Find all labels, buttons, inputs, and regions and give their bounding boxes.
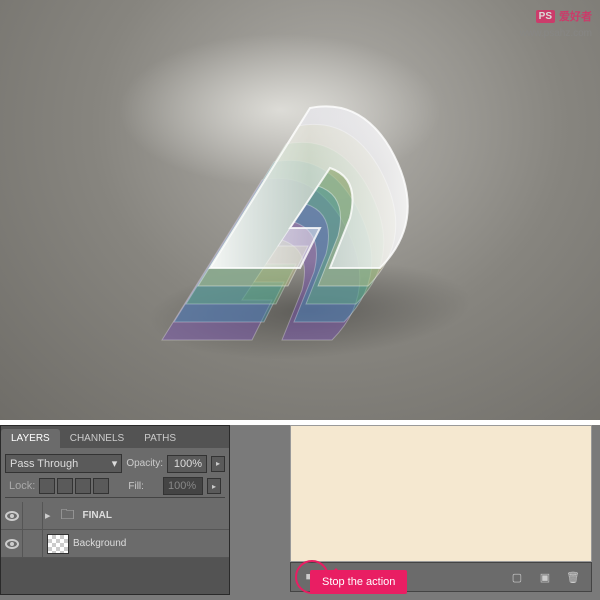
opacity-flyout-icon[interactable]: ▸ bbox=[211, 456, 225, 472]
tab-channels[interactable]: CHANNELS bbox=[60, 429, 134, 448]
expand-arrow-icon[interactable]: ▸ bbox=[45, 509, 51, 522]
layer-name: Background bbox=[73, 538, 126, 549]
blend-mode-value: Pass Through bbox=[10, 458, 78, 470]
visibility-toggle[interactable] bbox=[1, 502, 23, 530]
glass-letter-artwork bbox=[120, 60, 480, 380]
link-column bbox=[23, 530, 43, 558]
tab-paths[interactable]: PATHS bbox=[134, 429, 186, 448]
chevron-down-icon: ▾ bbox=[112, 457, 118, 470]
fill-label: Fill: bbox=[128, 481, 144, 492]
opacity-input[interactable]: 100% bbox=[167, 455, 207, 473]
folder-icon: 🗀 bbox=[57, 506, 79, 526]
preview-image: PS 爱好者 www.psahz.com bbox=[0, 0, 600, 420]
new-set-button[interactable]: ▢ bbox=[509, 569, 525, 585]
watermark: PS 爱好者 bbox=[536, 8, 592, 24]
layer-row-final[interactable]: ▸ 🗀 FINAL bbox=[1, 502, 229, 530]
opacity-label: Opacity: bbox=[126, 458, 163, 469]
trash-button[interactable]: 🗑 bbox=[565, 569, 581, 585]
layer-list: ▸ 🗀 FINAL Background bbox=[1, 502, 229, 558]
lock-icons bbox=[39, 478, 109, 494]
eye-icon bbox=[5, 511, 19, 521]
fill-input: 100% bbox=[163, 477, 203, 495]
layer-row-background[interactable]: Background bbox=[1, 530, 229, 558]
lock-all-icon[interactable] bbox=[93, 478, 109, 494]
panel-tabs: LAYERS CHANNELS PATHS bbox=[1, 426, 229, 448]
lock-position-icon[interactable] bbox=[75, 478, 91, 494]
lock-transparency-icon[interactable] bbox=[39, 478, 55, 494]
watermark-url: www.psahz.com bbox=[520, 28, 592, 39]
layers-panel: LAYERS CHANNELS PATHS Pass Through ▾ Opa… bbox=[0, 425, 230, 595]
lock-pixels-icon[interactable] bbox=[57, 478, 73, 494]
panels-row: LAYERS CHANNELS PATHS Pass Through ▾ Opa… bbox=[0, 425, 600, 600]
new-action-button[interactable]: ▣ bbox=[537, 569, 553, 585]
actions-area: ■ ● ▶ ▢ ▣ 🗑 bbox=[230, 425, 600, 600]
tab-layers[interactable]: LAYERS bbox=[1, 429, 60, 448]
callout-label: Stop the action bbox=[310, 570, 407, 594]
actions-panel-body bbox=[290, 425, 592, 562]
visibility-toggle[interactable] bbox=[1, 530, 23, 558]
layer-name: FINAL bbox=[83, 510, 112, 521]
lock-label: Lock: bbox=[9, 480, 35, 492]
glass-layer-5 bbox=[180, 88, 440, 348]
layer-thumbnail bbox=[47, 534, 69, 554]
panel-body: Pass Through ▾ Opacity: 100% ▸ Lock: Fil… bbox=[1, 448, 229, 502]
blend-mode-select[interactable]: Pass Through ▾ bbox=[5, 454, 122, 473]
eye-icon bbox=[5, 539, 19, 549]
fill-flyout-icon: ▸ bbox=[207, 478, 221, 494]
link-column bbox=[23, 502, 43, 530]
